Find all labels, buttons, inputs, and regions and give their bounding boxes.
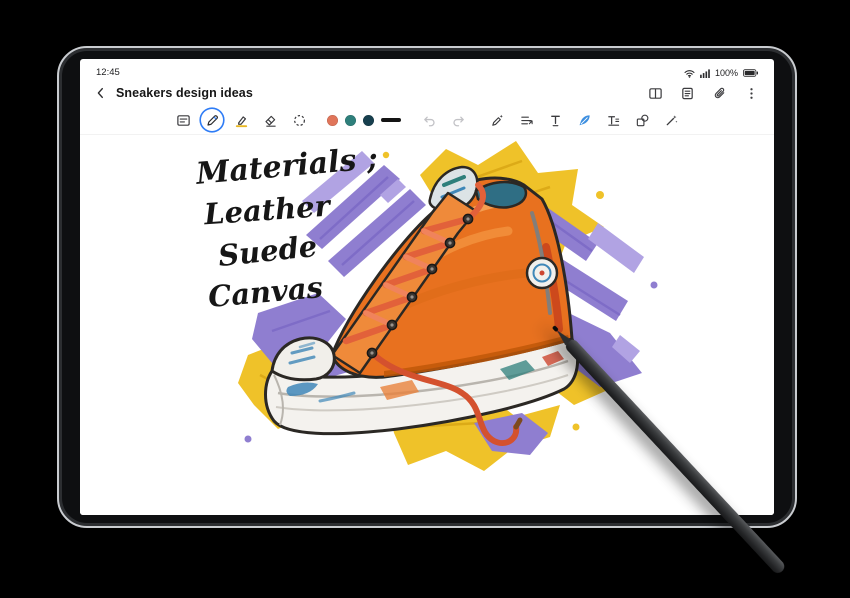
add-text-icon [176,113,191,128]
back-chevron-icon [94,86,108,100]
convert-to-text-button[interactable] [544,109,566,131]
eraser-icon [263,113,278,128]
split-view-icon [648,86,663,101]
shape-recognition-button[interactable] [631,109,653,131]
back-button[interactable] [90,82,112,104]
attachment-icon [712,86,727,101]
shape-recognition-icon [635,113,650,128]
redo-icon [451,113,466,128]
smart-pen-tool-button[interactable] [486,109,508,131]
more-options-button[interactable] [740,82,762,104]
battery-percent: 100% [715,68,738,78]
smart-pen-icon [490,113,505,128]
note-title: Sneakers design ideas [116,86,253,100]
status-time: 12:45 [96,67,120,78]
highlighter-icon [234,113,249,128]
magic-wand-icon [664,113,679,128]
lasso-select-icon [292,113,307,128]
beautify-feather-icon [577,113,592,128]
page-list-button[interactable] [676,82,698,104]
pen-tool-button[interactable] [201,109,223,131]
split-view-button[interactable] [644,82,666,104]
undo-button[interactable] [418,109,440,131]
tablet-frame: 12:45 100% [57,46,797,528]
straighten-handwriting-icon [519,113,534,128]
undo-icon [422,113,437,128]
stroke-width-preview[interactable] [381,118,401,122]
convert-to-text-icon [548,113,563,128]
straighten-handwriting-button[interactable] [515,109,537,131]
pen-icon [205,113,220,128]
text-format-button[interactable] [602,109,624,131]
status-indicators: 100% [684,68,758,78]
color-swatch-navy[interactable] [363,115,374,126]
add-text-tool-button[interactable] [172,109,194,131]
redo-button[interactable] [447,109,469,131]
eraser-tool-button[interactable] [259,109,281,131]
status-bar: 12:45 100% [80,59,774,78]
drawing-toolbar [80,106,774,135]
color-swatch-coral[interactable] [327,115,338,126]
text-format-icon [606,113,621,128]
more-options-icon [744,86,759,101]
page-list-icon [680,86,695,101]
app-header: Sneakers design ideas [80,78,774,106]
highlighter-tool-button[interactable] [230,109,252,131]
beautify-handwriting-button[interactable] [573,109,595,131]
magic-wand-button[interactable] [660,109,682,131]
attachment-button[interactable] [708,82,730,104]
color-swatch-teal[interactable] [345,115,356,126]
wifi-icon [684,69,695,78]
battery-icon [743,69,758,77]
header-actions [644,82,762,104]
lasso-select-tool-button[interactable] [288,109,310,131]
signal-icon [700,69,710,78]
photo-stage: 12:45 100% [0,0,850,598]
